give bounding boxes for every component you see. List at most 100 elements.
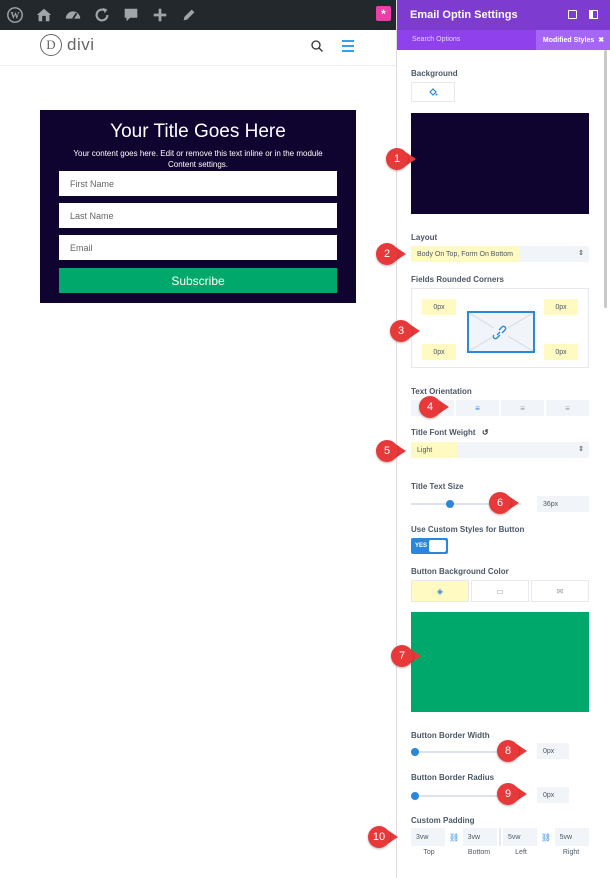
panel-title: Email Optin Settings <box>410 9 518 21</box>
padding-right-input[interactable]: 5vw <box>554 828 589 846</box>
custom-styles-label: Use Custom Styles for Button <box>411 525 525 534</box>
align-right-icon[interactable]: ≡ <box>501 400 544 416</box>
padding-bottom-input[interactable]: 3vw <box>462 828 498 846</box>
panel-scrollbar[interactable] <box>604 50 607 308</box>
border-width-label: Button Border Width <box>411 731 490 740</box>
site-header: D divi <box>0 30 396 66</box>
search-options-input[interactable]: Search Options <box>412 36 460 43</box>
dashboard-icon[interactable] <box>58 0 87 30</box>
admin-bar: W * <box>0 0 396 30</box>
hamburger-menu-icon[interactable] <box>342 40 354 52</box>
corner-bottom-right-input[interactable]: 0px <box>544 344 578 360</box>
text-size-label: Title Text Size <box>411 482 464 491</box>
callout-number: 4 <box>419 396 441 418</box>
sidebar-toggle-icon[interactable] <box>589 10 598 19</box>
custom-styles-toggle[interactable]: YES <box>411 538 448 554</box>
corner-top-left-input[interactable]: 0px <box>422 299 456 315</box>
reset-icon[interactable]: ↺ <box>482 428 489 437</box>
page: W * D divi Your Title Goes Here Your con… <box>0 0 610 878</box>
logo-mark: D <box>40 34 62 56</box>
rounded-corners-control: 0px 0px 0px 0px <box>411 288 589 368</box>
image-tab-icon[interactable]: ▭ <box>471 580 529 602</box>
padding-divider <box>499 828 501 846</box>
paint-bucket-icon <box>429 88 438 96</box>
optin-description: Your content goes here. Edit or remove t… <box>73 149 323 169</box>
close-icon[interactable]: ✖ <box>598 36 604 44</box>
callout-number: 6 <box>489 492 511 514</box>
panel-subheader: Search Options Modified Styles ✖ <box>397 30 610 50</box>
callout-5: 5 <box>376 440 406 462</box>
comment-icon[interactable] <box>116 0 145 30</box>
border-radius-input[interactable]: 0px <box>537 787 569 803</box>
modified-styles-filter[interactable]: Modified Styles ✖ <box>536 30 610 50</box>
email-field[interactable]: Email <box>59 235 337 260</box>
svg-text:W: W <box>10 11 19 21</box>
button-bg-color-swatch[interactable] <box>411 612 589 712</box>
layout-select[interactable]: Body On Top, Form On Bottom ⇕ <box>411 246 589 262</box>
text-size-slider-handle[interactable] <box>445 500 454 508</box>
refresh-icon[interactable] <box>87 0 116 30</box>
select-arrows-icon: ⇕ <box>578 446 584 453</box>
video-tab-icon[interactable]: ✉ <box>531 580 589 602</box>
button-bg-label: Button Background Color <box>411 567 509 576</box>
last-name-field[interactable]: Last Name <box>59 203 337 228</box>
expand-icon[interactable] <box>568 10 577 19</box>
font-weight-select[interactable]: Light ⇕ <box>411 442 589 458</box>
background-color-tab[interactable] <box>411 82 455 102</box>
padding-left-label: Left <box>515 849 527 856</box>
align-center-icon[interactable]: ≡ <box>456 400 499 416</box>
callout-number: 9 <box>497 783 519 805</box>
background-label: Background <box>411 69 458 78</box>
logo-text: divi <box>67 35 95 54</box>
layout-value: Body On Top, Form On Bottom <box>411 246 519 262</box>
callout-10: 10 <box>368 826 398 848</box>
link-corners-icon[interactable] <box>468 312 534 352</box>
site-logo[interactable]: D divi <box>40 34 95 56</box>
callout-number: 2 <box>376 243 398 265</box>
divi-builder-icon[interactable]: * <box>376 6 391 21</box>
wordpress-icon[interactable]: W <box>0 0 29 30</box>
callout-8: 8 <box>497 740 527 762</box>
panel-header: Email Optin Settings <box>397 0 610 30</box>
corner-top-right-input[interactable]: 0px <box>544 299 578 315</box>
search-icon[interactable] <box>310 39 324 53</box>
callout-6: 6 <box>489 492 519 514</box>
callout-number: 1 <box>386 148 408 170</box>
padding-top-label: Top <box>423 849 435 856</box>
link-top-bottom-icon[interactable]: ⛓ <box>447 828 460 846</box>
corner-bottom-left-input[interactable]: 0px <box>422 344 456 360</box>
color-tab-icon[interactable]: ◈ <box>411 580 469 602</box>
padding-bottom-label: Bottom <box>467 849 491 856</box>
optin-title: Your Title Goes Here <box>110 121 286 142</box>
border-width-input[interactable]: 0px <box>537 743 569 759</box>
align-justify-icon[interactable]: ≡ <box>546 400 589 416</box>
padding-label: Custom Padding <box>411 816 475 825</box>
home-network-icon[interactable] <box>29 0 58 30</box>
padding-right-label: Right <box>562 849 580 856</box>
custom-padding-control: 3vw ⛓ 3vw 5vw ⛓ 5vw <box>411 828 589 846</box>
border-radius-label: Button Border Radius <box>411 773 495 782</box>
first-name-field[interactable]: First Name <box>59 171 337 196</box>
pencil-icon[interactable] <box>174 0 203 30</box>
callout-9: 9 <box>497 783 527 805</box>
callout-2: 2 <box>376 243 406 265</box>
text-size-input[interactable]: 36px <box>537 496 589 512</box>
callout-3: 3 <box>390 320 420 342</box>
padding-left-input[interactable]: 5vw <box>502 828 538 846</box>
border-width-slider-handle[interactable] <box>411 748 419 756</box>
padding-top-input[interactable]: 3vw <box>411 828 446 846</box>
email-optin-module: Your Title Goes Here Your content goes h… <box>40 110 356 303</box>
orientation-label: Text Orientation <box>411 387 472 396</box>
callout-number: 10 <box>368 826 390 848</box>
button-bg-tabs: ◈ ▭ ✉ <box>411 580 589 602</box>
border-radius-slider-handle[interactable] <box>411 792 419 800</box>
modified-styles-label: Modified Styles <box>542 36 595 44</box>
plus-icon[interactable] <box>145 0 174 30</box>
select-arrows-icon: ⇕ <box>578 250 584 257</box>
link-left-right-icon[interactable]: ⛓ <box>539 828 552 846</box>
toggle-label: YES <box>415 543 428 549</box>
background-color-swatch[interactable] <box>411 113 589 214</box>
corner-preview-box <box>467 311 535 353</box>
subscribe-button[interactable]: Subscribe <box>59 268 337 293</box>
layout-label: Layout <box>411 233 438 242</box>
